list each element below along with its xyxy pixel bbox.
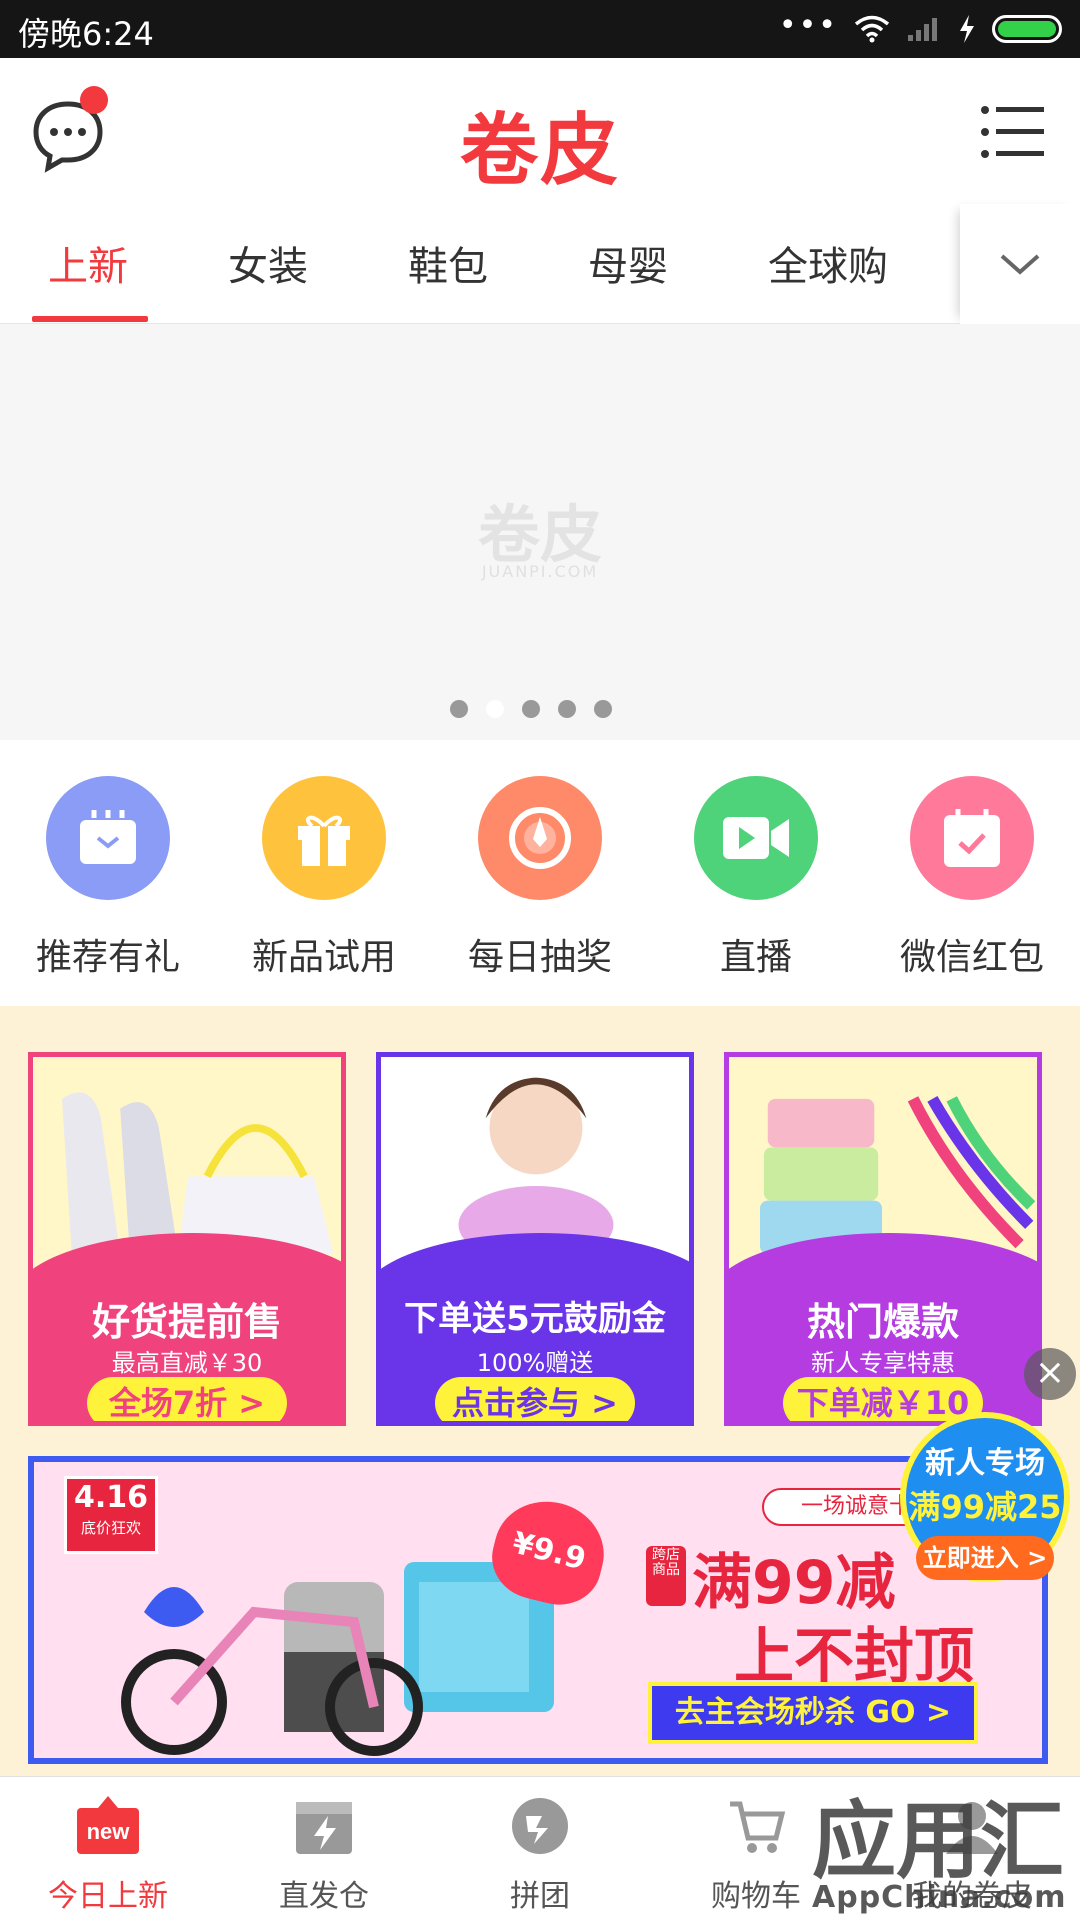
carousel-dot [450,700,468,718]
tab-global[interactable]: 全球购 [768,234,888,292]
carousel-dot [594,700,612,718]
nav-label: 今日上新 [48,1879,168,1914]
product-image [759,1096,1036,1254]
carousel-dot [558,700,576,718]
status-time: 傍晚6:24 [18,15,154,53]
quick-link-trial[interactable]: 新品试用 [216,776,432,980]
promo-card-reward[interactable]: 下单送5元鼓励金 100%赠送 点击参与 > [376,1052,694,1426]
chevron-down-icon [1000,254,1040,275]
close-float-button[interactable]: × [1024,1348,1076,1400]
float-badge-enter-button[interactable]: 立即进入 > [916,1536,1054,1580]
quick-link-label: 直播 [719,937,792,978]
watermark-sub: AppChina.com [812,1880,1067,1915]
cross-store-tag: 跨店商品 [646,1546,686,1606]
main-venue-banner[interactable]: 4.16 底价狂欢 ¥9.9 一场诚意十足 跨店商品 满99减 上不封顶 去主会… [28,1456,1048,1764]
float-badge-offer: 满99减25 [908,1488,1062,1526]
calendar-check-icon [910,776,1034,900]
nav-group-buy[interactable]: 拼团 [432,1791,648,1915]
quick-link-wechat-redpacket[interactable]: 微信红包 [864,776,1080,980]
app-title: 卷皮 [459,106,620,196]
tab-new[interactable]: 上新 [48,234,128,292]
menu-icon[interactable] [980,104,1046,160]
quick-link-label: 每日抽奖 [467,937,612,978]
go-main-venue-button[interactable]: 去主会场秒杀 GO > [648,1682,978,1744]
watermark-logo: 应用汇 [812,1792,1065,1890]
quick-link-label: 微信红包 [899,937,1044,978]
quick-link-label: 推荐有礼 [35,937,180,978]
carousel-dot-active [486,700,504,718]
nav-today-new[interactable]: new 今日上新 [0,1791,216,1915]
svg-text:new: new [87,1819,131,1844]
more-dots-icon: ••• [778,8,838,43]
quick-link-live[interactable]: 直播 [648,776,864,980]
date-badge-label: 底价狂欢 [80,1519,141,1537]
envelope-icon [46,776,170,900]
signal-icon [908,18,937,41]
gift-icon [262,776,386,900]
promo-card-presale[interactable]: 好货提前售 最高直减￥30 全场7折 > [28,1052,346,1426]
promo-card-subtitle: 100%赠送 [476,1349,594,1377]
quick-link-referral[interactable]: 推荐有礼 [0,776,216,980]
nav-label: 直发仓 [279,1879,369,1914]
category-tabs: 上新 女装 鞋包 母婴 全球购 [0,204,1080,324]
quick-link-lottery[interactable]: 每日抽奖 [432,776,648,980]
float-badge-title: 新人专场 [925,1446,1045,1481]
wifi-icon [854,15,890,43]
lightning-box-icon [289,1791,359,1861]
nav-label: 拼团 [510,1879,570,1914]
promo-card-title: 热门爆款 [806,1300,959,1344]
promo-card-subtitle: 新人专享特惠 [811,1349,955,1377]
quick-link-label: 新品试用 [251,937,396,978]
app-header: 卷皮 [0,58,1080,204]
promo-card-button[interactable]: 点击参与 > [435,1377,635,1421]
charging-icon [960,15,974,43]
nav-direct-warehouse[interactable]: 直发仓 [216,1791,432,1915]
carousel-dot [522,700,540,718]
new-badge-icon: new [73,1791,143,1861]
date-badge: 4.16 底价狂欢 [64,1476,158,1554]
status-bar: 傍晚6:24 ••• [0,0,1080,58]
more-tabs-button[interactable] [960,204,1080,324]
video-icon [694,776,818,900]
promo-card-button[interactable]: 全场7折 > [87,1377,287,1421]
active-tab-indicator [32,316,148,322]
battery-icon [992,15,1062,43]
tab-shoes-bags[interactable]: 鞋包 [408,234,488,292]
promo-card-subtitle: 最高直减￥30 [111,1349,263,1377]
carousel-indicator [450,700,612,718]
cart-icon [721,1791,791,1861]
tab-women[interactable]: 女装 [228,234,308,292]
newcomer-float-badge[interactable]: 新人专场 满99减25 立即进入 > [900,1412,1070,1582]
promo-card-title: 好货提前售 [91,1300,282,1344]
banner-placeholder-sub: JUANPI.COM [481,562,599,581]
date-badge-date: 4.16 [73,1480,149,1515]
promo-card-hot[interactable]: 热门爆款 新人专享特惠 下单减￥10 [724,1052,1042,1426]
banner-placeholder-logo: 卷皮 [477,498,602,571]
tab-baby[interactable]: 母婴 [588,234,668,292]
banner-carousel[interactable]: 卷皮 JUANPI.COM [0,324,1080,740]
promo-card-title: 下单送5元鼓励金 [404,1299,666,1339]
quick-links: 推荐有礼 新品试用 每日抽奖 直播 微信红包 [0,740,1080,1006]
promo-section: 好货提前售 最高直减￥30 全场7折 > 下单送5元鼓励金 100%赠送 点击参… [0,1006,1080,1776]
status-icons: ••• [778,8,1062,46]
lottery-icon [478,776,602,900]
group-buy-icon [505,1791,575,1861]
product-image [62,1092,334,1254]
model-image [458,1077,614,1257]
